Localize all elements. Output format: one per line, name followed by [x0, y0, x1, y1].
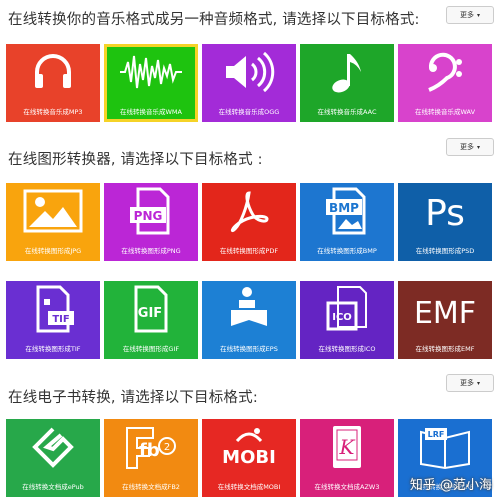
tile-psd[interactable]: Ps 在线转换图形成PSD: [398, 183, 492, 261]
svg-text:K: K: [339, 435, 356, 459]
tile-label: 在线转换图形成EMF: [415, 345, 475, 353]
tile-mp3[interactable]: 在线转换音乐成MP3: [6, 44, 100, 122]
svg-text:GIF: GIF: [138, 306, 162, 321]
caret-down-icon: ▾: [476, 143, 480, 151]
audio-section-title: 在线转换你的音乐格式成另一种音频格式, 请选择以下目标格式:: [8, 12, 420, 28]
tile-label: 在线转换音乐成WMA: [120, 108, 182, 116]
ebook-more-button[interactable]: 更多 ▾: [446, 374, 494, 392]
tile-label: 在线转换图形成ICO: [318, 345, 376, 353]
image-section-title: 在线图形转换器, 请选择以下目标格式 :: [8, 152, 263, 168]
headphones-icon: [18, 46, 88, 98]
tile-azw3[interactable]: K 在线转换文档成AZW3: [300, 419, 394, 497]
tile-tif[interactable]: TIF 在线转换图形成TIF: [6, 281, 100, 359]
svg-text:MOBI: MOBI: [222, 447, 276, 468]
svg-text:LRF: LRF: [428, 430, 445, 439]
svg-text:fb: fb: [139, 440, 160, 461]
tile-aac[interactable]: 在线转换音乐成AAC: [300, 44, 394, 122]
gif-file-icon: GIF: [116, 283, 186, 335]
photoshop-icon: Ps: [410, 185, 480, 237]
tile-wma[interactable]: 在线转换音乐成WMA: [104, 44, 198, 122]
svg-text:EMF: EMF: [414, 296, 476, 331]
lrf-book-icon: LRF: [410, 421, 480, 473]
watermark: 知乎 @范小海: [409, 478, 492, 493]
format-converter-page: 在线转换你的音乐格式成另一种音频格式, 请选择以下目标格式: 更多 ▾ 在线转换音…: [0, 0, 500, 501]
tile-label: 在线转换文档成ePub: [22, 483, 84, 491]
tile-epub[interactable]: 在线转换文档成ePub: [6, 419, 100, 497]
tile-eps[interactable]: 在线转换图形成EPS: [202, 281, 296, 359]
caret-down-icon: ▾: [476, 379, 480, 387]
tile-label: 在线转换音乐成MP3: [23, 108, 83, 116]
emf-text-icon: EMF: [410, 283, 480, 335]
tile-label: 在线转换音乐成OGG: [218, 108, 280, 116]
tile-label: 在线转换图形成BMP: [317, 247, 377, 255]
picture-icon: [18, 185, 88, 237]
svg-text:Ps: Ps: [425, 193, 465, 233]
svg-text:ICO: ICO: [332, 312, 352, 323]
tile-label: 在线转换图形成PDF: [219, 247, 279, 255]
tile-label: 在线转换图形成GIF: [122, 345, 180, 353]
svg-text:2: 2: [164, 442, 170, 453]
speaker-icon: [214, 46, 284, 98]
tile-png[interactable]: PNG 在线转换图形成PNG: [104, 183, 198, 261]
bmp-file-icon: BMP: [312, 185, 382, 237]
tile-gif[interactable]: GIF 在线转换图形成GIF: [104, 281, 198, 359]
ico-file-icon: ICO: [312, 283, 382, 335]
tile-label: 在线转换音乐成WAV: [414, 108, 476, 116]
tile-label: 在线转换文档成MOBI: [217, 483, 281, 491]
png-file-icon: PNG: [116, 185, 186, 237]
tile-fb2[interactable]: fb 2 在线转换文档成FB2: [104, 419, 198, 497]
svg-text:PNG: PNG: [134, 209, 163, 223]
tile-label: 在线转换文档成AZW3: [314, 483, 380, 491]
tile-label: 在线转换图形成TIF: [25, 345, 81, 353]
tile-bmp[interactable]: BMP 在线转换图形成BMP: [300, 183, 394, 261]
tile-emf[interactable]: EMF 在线转换图形成EMF: [398, 281, 492, 359]
more-label: 更多: [459, 143, 474, 151]
mobi-icon: MOBI: [214, 421, 284, 473]
fb2-icon: fb 2: [116, 421, 186, 473]
tile-ogg[interactable]: 在线转换音乐成OGG: [202, 44, 296, 122]
waveform-icon: [116, 46, 186, 98]
tile-label: 在线转换图形成PSD: [415, 247, 475, 255]
music-note-icon: [312, 46, 382, 98]
tile-pdf[interactable]: 在线转换图形成PDF: [202, 183, 296, 261]
tile-mobi[interactable]: MOBI 在线转换文档成MOBI: [202, 419, 296, 497]
image-more-button[interactable]: 更多 ▾: [446, 138, 494, 156]
tile-label: 在线转换图形成EPS: [220, 345, 278, 353]
bass-clef-icon: [410, 46, 480, 98]
caret-down-icon: ▾: [476, 11, 480, 19]
tile-jpg[interactable]: 在线转换图形成JPG: [6, 183, 100, 261]
kindle-icon: K: [312, 421, 382, 473]
epub-icon: [18, 421, 88, 473]
acrobat-icon: [214, 185, 284, 237]
tile-wav[interactable]: 在线转换音乐成WAV: [398, 44, 492, 122]
tile-label: 在线转换图形成PNG: [121, 247, 181, 255]
tile-label: 在线转换图形成JPG: [24, 247, 82, 255]
ebook-section-title: 在线电子书转换, 请选择以下目标格式:: [8, 390, 258, 406]
tile-label: 在线转换文档成FB2: [122, 483, 180, 491]
svg-text:TIF: TIF: [52, 314, 69, 325]
eps-reader-icon: [214, 283, 284, 335]
tile-ico[interactable]: ICO 在线转换图形成ICO: [300, 281, 394, 359]
tile-label: 在线转换音乐成AAC: [317, 108, 377, 116]
more-label: 更多: [459, 11, 474, 19]
tif-file-icon: TIF: [18, 283, 88, 335]
more-label: 更多: [459, 379, 474, 387]
svg-text:BMP: BMP: [329, 201, 359, 215]
audio-more-button[interactable]: 更多 ▾: [446, 6, 494, 24]
